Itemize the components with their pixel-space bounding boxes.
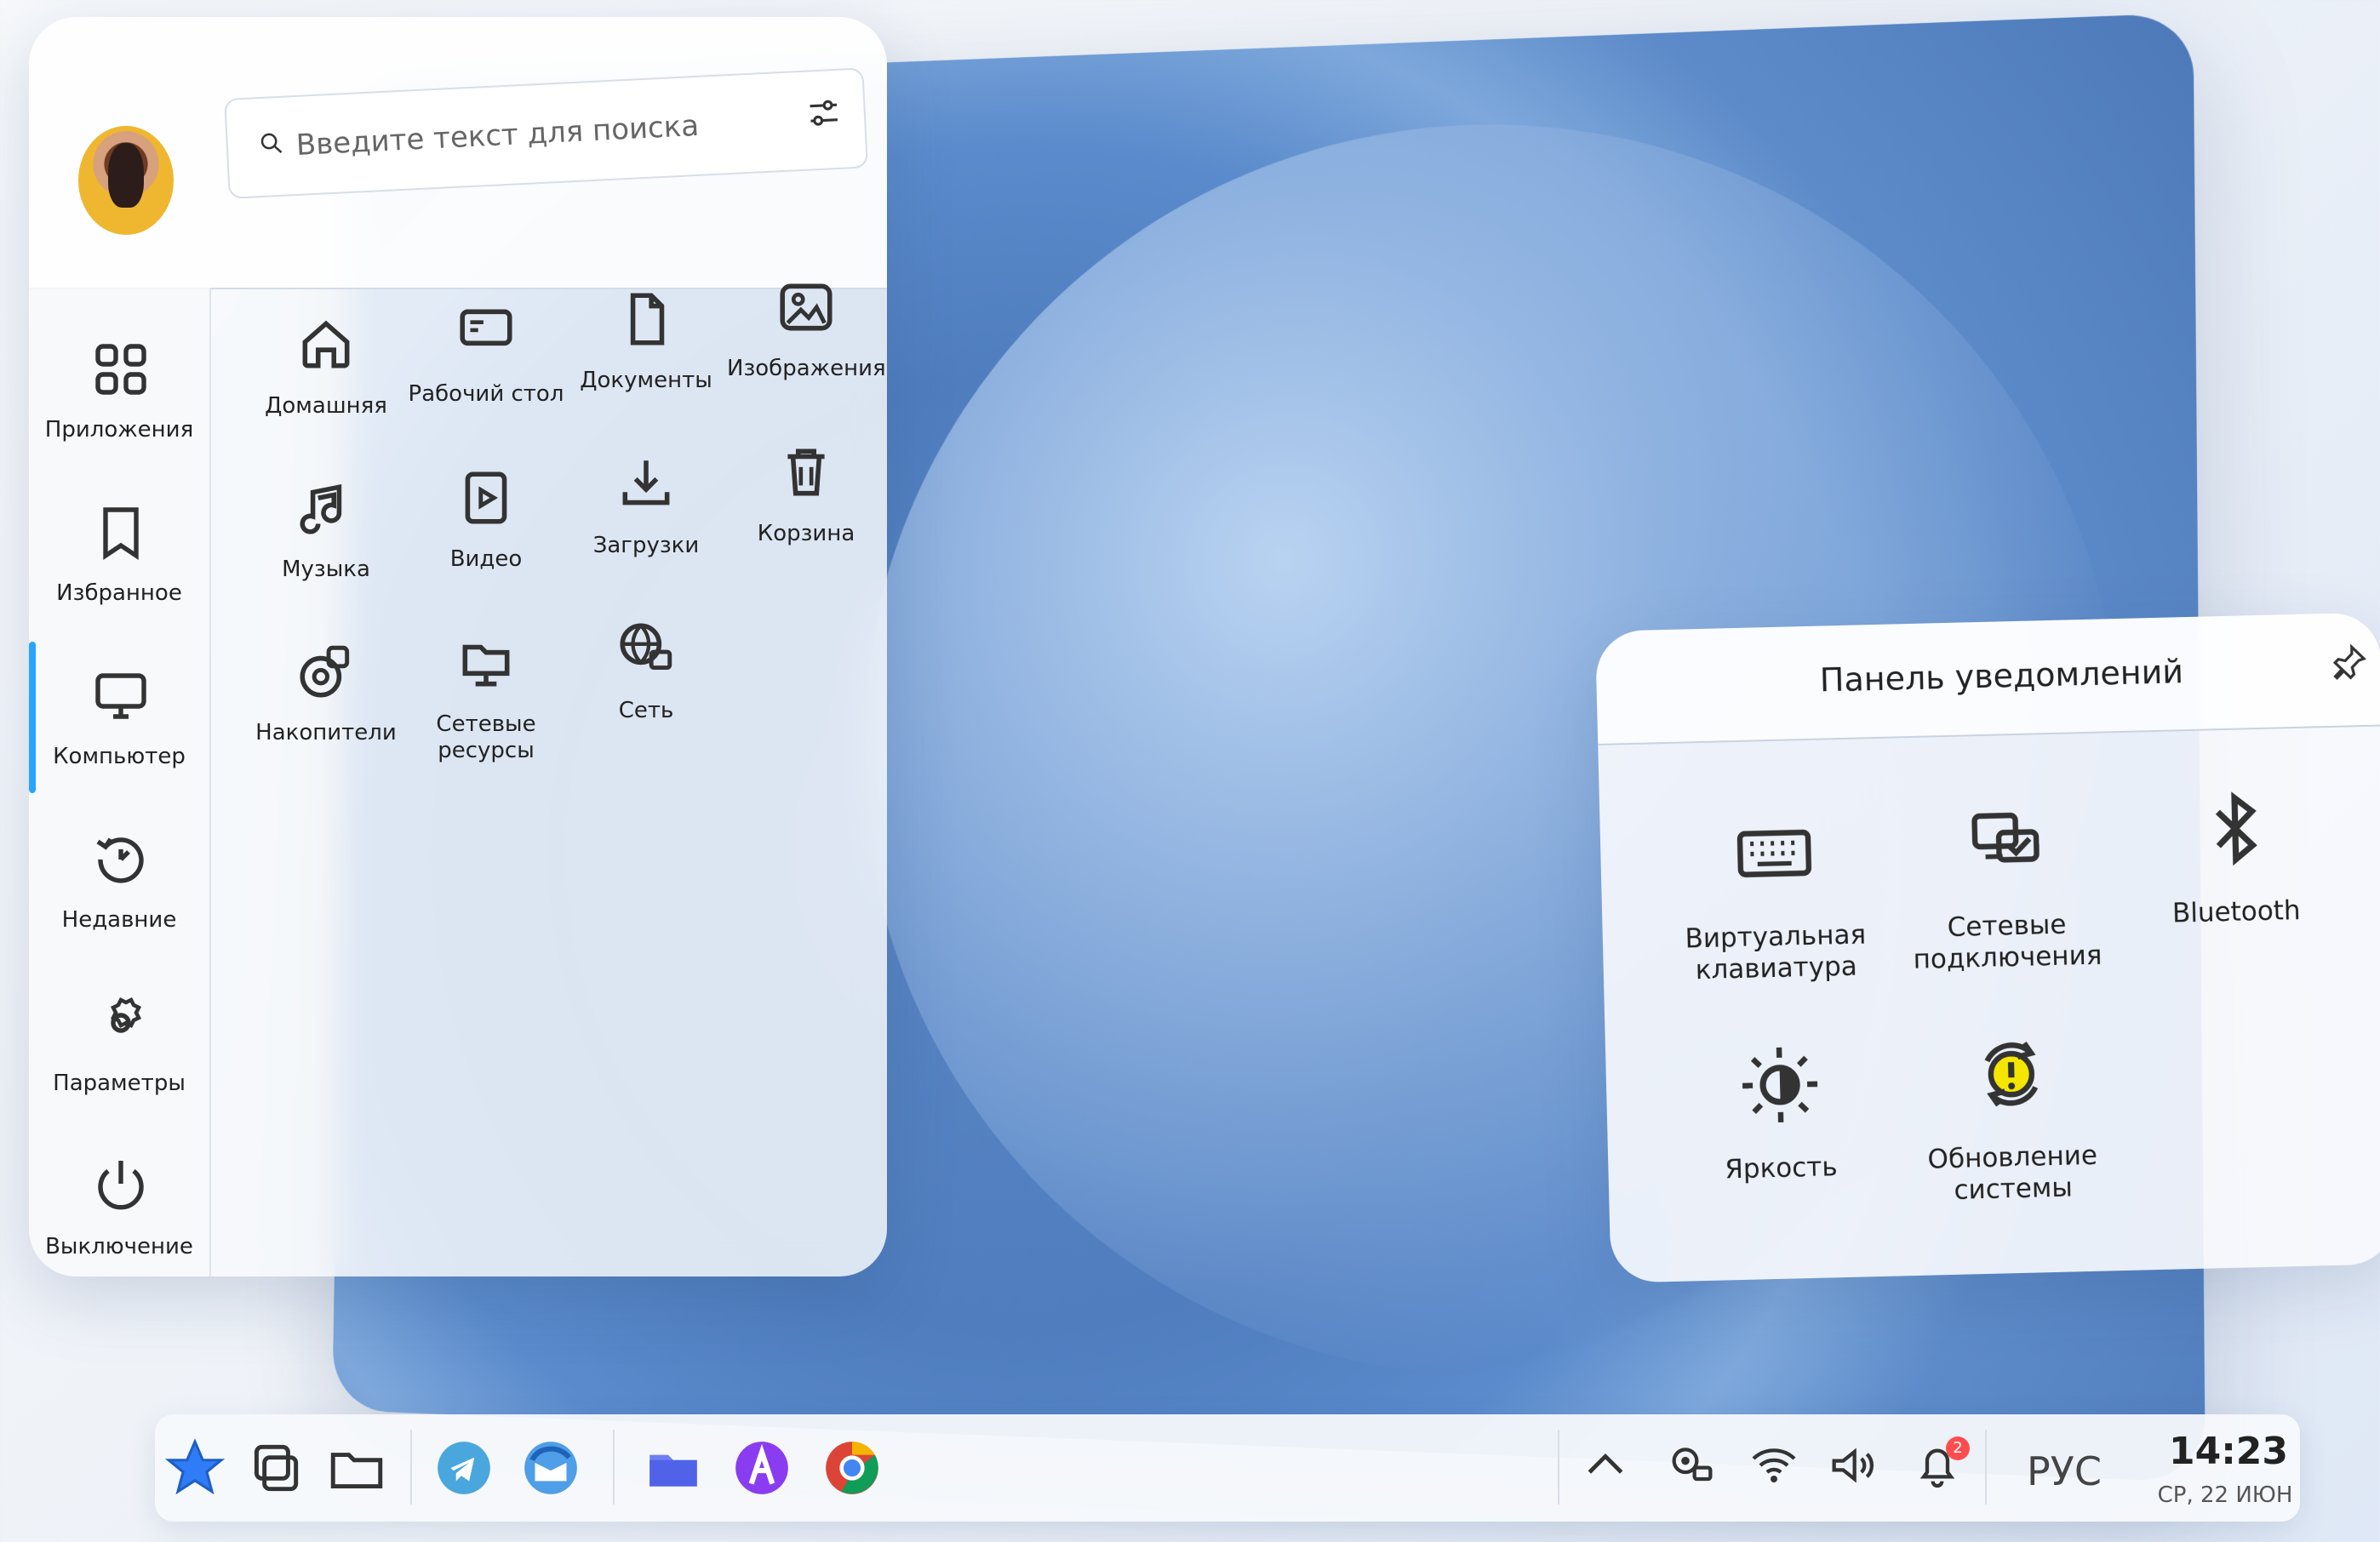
star-icon[interactable] <box>163 1436 226 1499</box>
language-indicator[interactable]: РУС <box>2017 1448 2111 1494</box>
grid-item-label: Видео <box>407 546 565 573</box>
music-icon <box>295 477 358 540</box>
sidebar-item-recent[interactable]: Недавние <box>29 795 209 957</box>
start-menu: Приложения Избранное Компьютер Неда <box>29 17 887 1276</box>
notification-button[interactable]: 2 <box>1910 1436 1970 1496</box>
trash-icon <box>775 441 838 504</box>
chevron-up-icon[interactable] <box>1578 1438 1633 1493</box>
quick-setting-label: Обновление системы <box>1906 1139 2120 1208</box>
taskbar-divider <box>613 1430 615 1505</box>
grid-item-music[interactable]: Музыка <box>247 461 405 621</box>
grid-item-network-resources[interactable]: Сетевые ресурсы <box>407 616 565 776</box>
wifi-icon[interactable] <box>1747 1438 1801 1493</box>
grid-item-downloads[interactable]: Загрузки <box>567 437 725 597</box>
quick-setting-virtual-keyboard[interactable]: Виртуальная клавиатура <box>1666 810 1884 1011</box>
volume-icon[interactable] <box>1825 1438 1879 1493</box>
notification-panel: Панель уведомлений Виртуальная клавиатур… <box>1595 612 2380 1282</box>
system-update-icon <box>1970 1032 2053 1116</box>
grid-item-label: Документы <box>567 368 725 394</box>
filter-settings-icon[interactable] <box>805 94 843 132</box>
grid-item-label: Изображения <box>727 356 885 382</box>
thunderbird-icon[interactable] <box>519 1436 582 1499</box>
network-connections-icon <box>1964 801 2047 884</box>
taskbar-divider <box>1558 1430 1559 1505</box>
grid-item-images[interactable]: Изображения <box>727 260 885 420</box>
sidebar-item-label: Недавние <box>29 907 209 933</box>
webcam-icon[interactable] <box>1665 1438 1719 1493</box>
grid-item-label: Сетевые ресурсы <box>407 711 565 764</box>
grid-item-documents[interactable]: Документы <box>567 272 725 432</box>
sidebar-item-label: Параметры <box>29 1071 209 1096</box>
taskbar-divider <box>410 1430 412 1505</box>
desktop-icon <box>455 301 518 364</box>
sidebar-item-label: Компьютер <box>29 744 209 769</box>
download-icon <box>615 453 678 516</box>
network-resources-icon <box>455 631 518 694</box>
grid-item-label: Корзина <box>727 521 885 547</box>
apps-icon <box>90 339 152 400</box>
sidebar-item-label: Выключение <box>29 1234 209 1259</box>
quick-setting-label: Виртуальная клавиатура <box>1668 919 1883 987</box>
brightness-icon <box>1738 1043 1822 1127</box>
computer-icon <box>90 665 152 727</box>
search-input[interactable] <box>293 94 775 174</box>
quick-setting-label: Сетевые подключения <box>1900 908 2114 976</box>
grid-item-label: Загрузки <box>567 533 725 559</box>
keyboard-icon <box>1732 812 1816 895</box>
sidebar-item-label: Приложения <box>29 417 209 443</box>
bookmark-icon <box>90 502 152 563</box>
drives-icon <box>295 640 358 703</box>
clock-date[interactable]: СР, 22 ИЮН <box>2131 1482 2319 1508</box>
grid-item-desktop[interactable]: Рабочий стол <box>407 286 565 446</box>
grid-item-label: Домашняя <box>247 393 405 420</box>
notification-badge: 2 <box>1946 1436 1970 1460</box>
sidebar-item-computer[interactable]: Компьютер <box>29 631 209 793</box>
image-icon <box>775 276 838 339</box>
grid-item-home[interactable]: Домашняя <box>247 298 405 458</box>
grid-item-video[interactable]: Видео <box>407 451 565 611</box>
grid-item-network[interactable]: Сеть <box>567 603 725 762</box>
home-icon <box>295 313 358 376</box>
grid-item-label: Рабочий стол <box>407 381 565 408</box>
grid-item-trash[interactable]: Корзина <box>727 425 885 585</box>
recent-icon <box>90 829 152 890</box>
power-icon <box>90 1156 152 1217</box>
grid-item-drives[interactable]: Накопители <box>247 625 405 785</box>
taskbar-divider <box>1985 1430 1987 1505</box>
document-icon <box>615 288 678 351</box>
grid-item-label: Сеть <box>567 698 725 724</box>
quick-setting-network-connections[interactable]: Сетевые подключения <box>1897 799 2115 1000</box>
quick-setting-bluetooth[interactable]: Bluetooth <box>2127 785 2345 986</box>
sidebar-item-settings[interactable]: Параметры <box>29 958 209 1120</box>
pin-icon[interactable] <box>2328 642 2370 683</box>
windows-icon[interactable] <box>243 1436 306 1499</box>
app-store-icon[interactable] <box>730 1436 793 1499</box>
quick-setting-label: Bluetooth <box>2130 894 2343 931</box>
quick-setting-system-update[interactable]: Обновление системы <box>1903 1031 2121 1231</box>
start-sidebar: Приложения Избранное Компьютер Недавние … <box>29 288 211 1276</box>
folder-icon[interactable] <box>325 1436 388 1499</box>
sidebar-item-apps[interactable]: Приложения <box>29 305 209 466</box>
user-avatar[interactable] <box>78 126 174 235</box>
file-manager-icon[interactable] <box>642 1436 705 1499</box>
grid-item-label: Накопители <box>247 720 405 746</box>
taskbar: 2 РУС 14:23 СР, 22 ИЮН <box>155 1414 2300 1522</box>
chrome-icon[interactable] <box>821 1436 884 1499</box>
quick-setting-label: Яркость <box>1674 1151 1888 1187</box>
network-icon <box>615 618 678 681</box>
clock-time[interactable]: 14:23 <box>2160 1430 2297 1473</box>
settings-icon <box>90 992 152 1054</box>
sidebar-item-power[interactable]: Выключение <box>29 1122 209 1276</box>
quick-setting-brightness[interactable]: Яркость <box>1672 1042 1890 1242</box>
sidebar-item-label: Избранное <box>29 580 209 606</box>
search-icon <box>258 130 284 157</box>
video-icon <box>455 466 518 529</box>
sidebar-item-favorites[interactable]: Избранное <box>29 468 209 630</box>
telegram-icon[interactable] <box>432 1436 495 1499</box>
grid-item-label: Музыка <box>247 557 405 583</box>
bluetooth-icon <box>2194 787 2277 871</box>
